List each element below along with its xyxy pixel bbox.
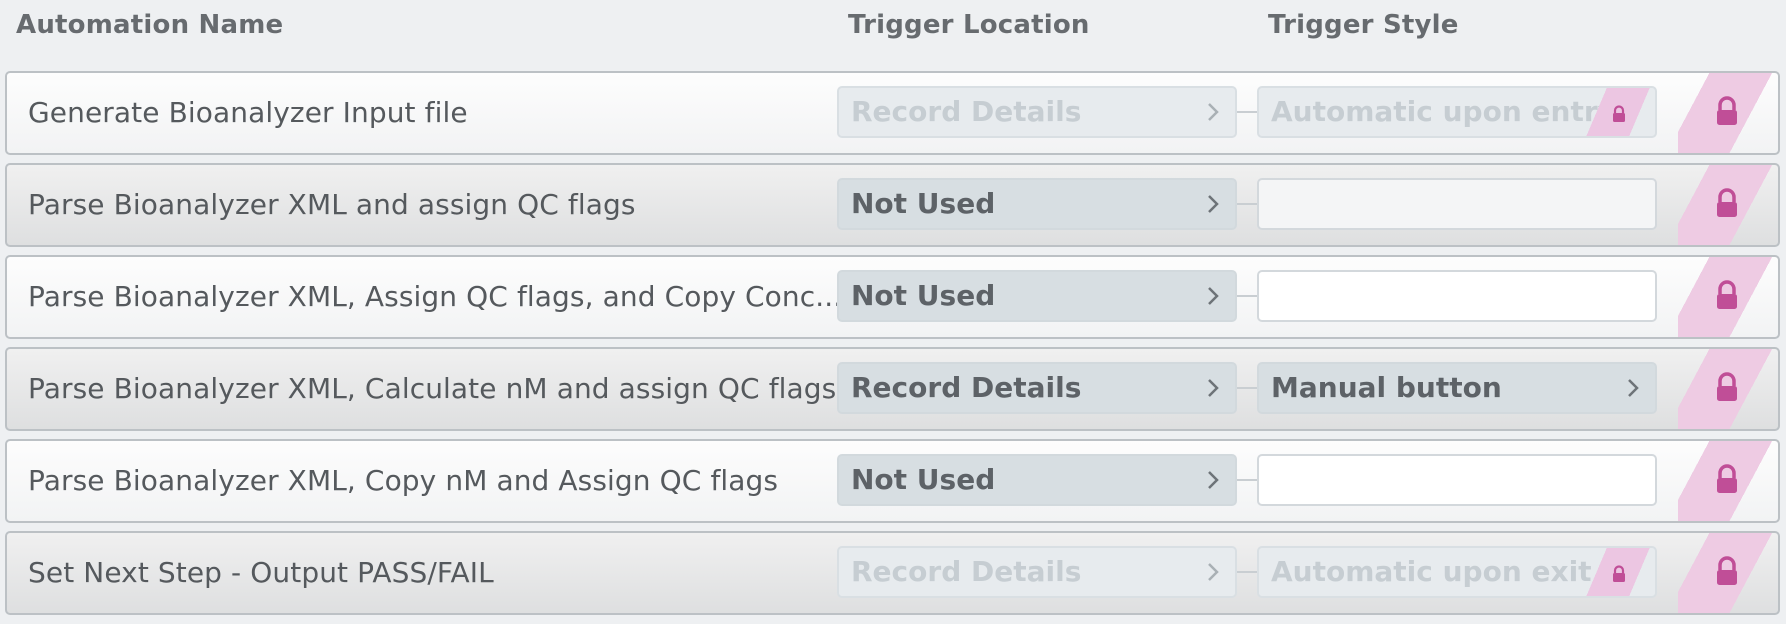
row-lock[interactable]: [1678, 165, 1778, 245]
row-lock[interactable]: [1678, 533, 1778, 613]
trigger-location-select[interactable]: Not Used: [837, 270, 1237, 322]
trigger-style-select: Automatic upon entry: [1257, 86, 1657, 138]
automation-name: Parse Bioanalyzer XML, Calculate nM and …: [28, 372, 837, 405]
automation-name: Generate Bioanalyzer Input file: [28, 96, 468, 129]
trigger-location-value: Record Details: [851, 371, 1082, 404]
automation-row: Parse Bioanalyzer XML and assign QC flag…: [5, 163, 1780, 247]
trigger-location-value: Not Used: [851, 279, 996, 312]
chevron-right-icon: [1203, 456, 1223, 504]
lock-icon: [1613, 105, 1625, 122]
table-header: Automation Name Trigger Location Trigger…: [0, 0, 1786, 60]
lock-icon: [1717, 96, 1737, 125]
row-lock[interactable]: [1678, 257, 1778, 337]
lock-icon: [1613, 565, 1625, 582]
connector-line: [1237, 571, 1257, 573]
connector-line: [1237, 387, 1257, 389]
chevron-right-icon: [1203, 272, 1223, 320]
trigger-location-select[interactable]: Not Used: [837, 178, 1237, 230]
trigger-style-select[interactable]: [1257, 178, 1657, 230]
lock-icon: [1717, 280, 1737, 309]
chevron-right-icon: [1623, 364, 1643, 412]
trigger-style-value: Automatic upon entry: [1271, 95, 1616, 128]
lock-icon: [1717, 188, 1737, 217]
connector-line: [1237, 111, 1257, 113]
trigger-style-value: Manual button: [1271, 371, 1502, 404]
trigger-location-value: Record Details: [851, 555, 1082, 588]
chevron-right-icon: [1203, 88, 1223, 136]
trigger-style-select: Automatic upon exit: [1257, 546, 1657, 598]
automation-row: Generate Bioanalyzer Input file Record D…: [5, 71, 1780, 155]
trigger-style-select[interactable]: [1257, 454, 1657, 506]
row-lock[interactable]: [1678, 349, 1778, 429]
row-lock[interactable]: [1678, 73, 1778, 153]
automation-row: Parse Bioanalyzer XML, Calculate nM and …: [5, 347, 1780, 431]
automation-name: Parse Bioanalyzer XML, Assign QC flags, …: [28, 280, 843, 313]
trigger-location-value: Not Used: [851, 463, 996, 496]
lock-icon: [1717, 372, 1737, 401]
trigger-location-select[interactable]: Not Used: [837, 454, 1237, 506]
trigger-style-value: Automatic upon exit: [1271, 555, 1592, 588]
automations-panel: Automation Name Trigger Location Trigger…: [0, 0, 1786, 624]
trigger-style-select[interactable]: Manual button: [1257, 362, 1657, 414]
trigger-style-select[interactable]: [1257, 270, 1657, 322]
row-lock[interactable]: [1678, 441, 1778, 521]
automation-name: Set Next Step - Output PASS/FAIL: [28, 556, 494, 589]
connector-line: [1237, 295, 1257, 297]
automation-row: Parse Bioanalyzer XML, Assign QC flags, …: [5, 255, 1780, 339]
lock-icon: [1717, 464, 1737, 493]
connector-line: [1237, 203, 1257, 205]
chevron-right-icon: [1203, 548, 1223, 596]
chevron-right-icon: [1203, 180, 1223, 228]
trigger-location-value: Not Used: [851, 187, 996, 220]
automation-name: Parse Bioanalyzer XML, Copy nM and Assig…: [28, 464, 779, 497]
chevron-right-icon: [1203, 364, 1223, 412]
trigger-location-select: Record Details: [837, 86, 1237, 138]
lock-icon: [1717, 556, 1737, 585]
column-header-trigger-style: Trigger Style: [1268, 10, 1459, 40]
automation-row: Set Next Step - Output PASS/FAIL Record …: [5, 531, 1780, 615]
column-header-automation-name: Automation Name: [16, 10, 284, 40]
trigger-location-select: Record Details: [837, 546, 1237, 598]
automation-name: Parse Bioanalyzer XML and assign QC flag…: [28, 188, 636, 221]
connector-line: [1237, 479, 1257, 481]
automation-row: Parse Bioanalyzer XML, Copy nM and Assig…: [5, 439, 1780, 523]
trigger-location-select[interactable]: Record Details: [837, 362, 1237, 414]
trigger-location-value: Record Details: [851, 95, 1082, 128]
column-header-trigger-location: Trigger Location: [848, 10, 1090, 40]
